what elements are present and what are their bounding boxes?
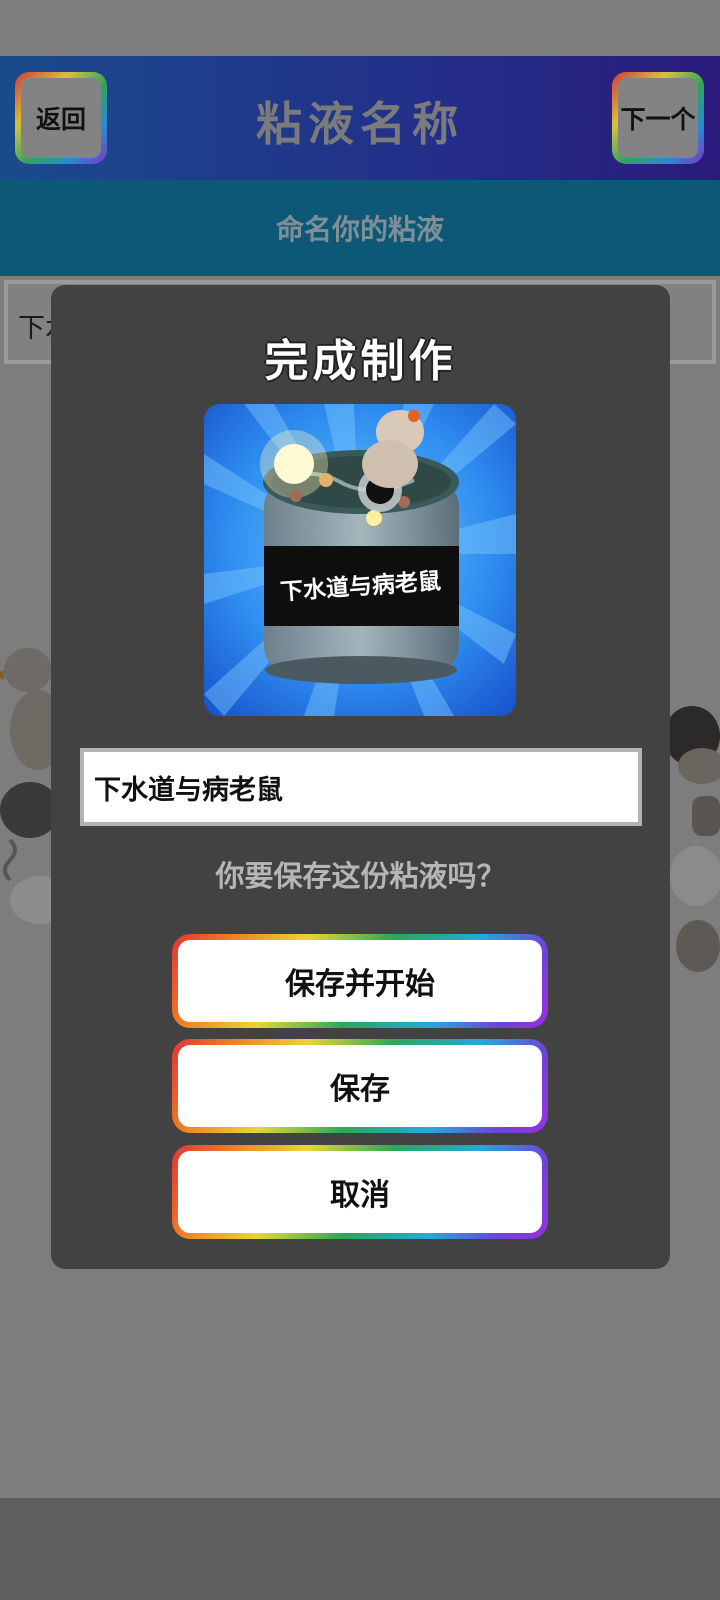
save-and-start-button[interactable]: 保存并开始 (172, 934, 548, 1028)
cancel-label: 取消 (178, 1151, 542, 1233)
slime-name-input[interactable]: 下水道与病老鼠 (80, 748, 642, 826)
finish-dialog: 完成制作 下水道与病老鼠 下水道与病老鼠 你要保存这份粘液吗？ 保存并开始 保存… (51, 285, 670, 1269)
save-button[interactable]: 保存 (172, 1039, 548, 1133)
next-button[interactable]: 下一个 (612, 72, 704, 164)
next-button-label: 下一个 (618, 78, 698, 158)
slime-jar-icon: 下水道与病老鼠 (204, 404, 516, 716)
subheader: 命名你的粘液 (0, 180, 720, 276)
dialog-title: 完成制作 (264, 336, 457, 387)
save-question: 你要保存这份粘液吗？ (215, 859, 506, 893)
slime-name-value: 下水道与病老鼠 (94, 774, 283, 806)
character-figure-icon (664, 706, 720, 972)
cancel-button[interactable]: 取消 (172, 1145, 548, 1239)
status-bar (0, 0, 720, 56)
top-header: 返回 粘液名称 下一个 (0, 56, 720, 180)
slime-jar-preview: 下水道与病老鼠 (204, 404, 516, 716)
bottom-navigation-bar (0, 1498, 720, 1600)
save-label: 保存 (178, 1045, 542, 1127)
save-and-start-label: 保存并开始 (178, 940, 542, 1022)
